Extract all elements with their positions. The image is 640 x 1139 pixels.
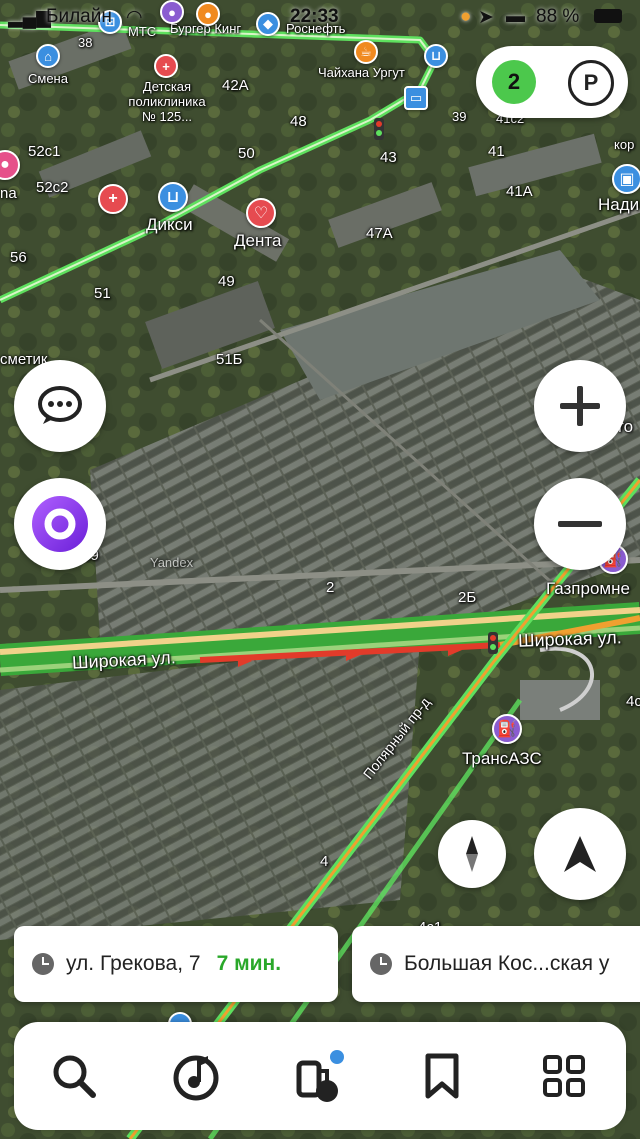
- alice-assistant-button[interactable]: [14, 478, 106, 570]
- zoom-in-button[interactable]: [534, 360, 626, 452]
- wifi-icon: ◠: [126, 7, 143, 28]
- bookmark-icon: [425, 1053, 459, 1099]
- medical-cross-icon[interactable]: +: [98, 184, 128, 214]
- bus-stop-icon[interactable]: ▭: [404, 86, 428, 110]
- map-label: 41: [488, 143, 505, 160]
- bottom-nav-bar: [14, 1022, 626, 1130]
- map-label: 2: [326, 579, 335, 596]
- minus-icon: [558, 521, 602, 527]
- plus-icon: [560, 386, 600, 426]
- map-label: 43: [380, 149, 397, 166]
- route-chip[interactable]: Большая Кос...ская у: [352, 926, 640, 1002]
- battery-percent: 88 %: [536, 6, 580, 27]
- map-label: Нади: [598, 195, 640, 214]
- alice-icon: [32, 496, 88, 552]
- compass-button[interactable]: [438, 820, 506, 888]
- map-label: Смена: [28, 71, 68, 86]
- signal-icon: ▂▄▆: [8, 7, 51, 28]
- clock-icon: [370, 953, 392, 975]
- map-label: 49: [218, 273, 235, 290]
- parking-icon: P: [583, 70, 599, 95]
- search-icon: [53, 1055, 96, 1098]
- map-label: na: [0, 185, 17, 202]
- map-label: 48: [290, 113, 307, 130]
- traffic-score-button[interactable]: 2: [492, 60, 536, 104]
- shop-basket-icon[interactable]: ⊔: [158, 182, 188, 212]
- car-icon: ▬: [506, 6, 525, 27]
- route-address: Большая Кос...ская у: [404, 952, 610, 975]
- status-bar: ▂▄▆ Билайн ◠ 22:33 ● ➤ ▬ 88 %: [0, 0, 640, 36]
- cafe-icon[interactable]: ☕: [354, 40, 378, 64]
- street-label: Широкая ул.: [517, 627, 623, 651]
- map-label: ТрансАЗС: [462, 749, 542, 768]
- battery-icon: [594, 9, 622, 23]
- chat-bubble-icon: [38, 386, 82, 424]
- map-label: 38: [78, 35, 93, 50]
- map-label: 50: [238, 145, 255, 162]
- route-address: ул. Грекова, 7: [66, 952, 201, 975]
- tab-fuel[interactable]: [288, 1044, 352, 1108]
- building-icon[interactable]: ⌂: [36, 44, 60, 68]
- carrier-name: Билайн: [46, 6, 112, 27]
- parking-button[interactable]: P: [568, 60, 614, 106]
- map-label: 47А: [366, 225, 393, 242]
- map-label: Чайхана Ургут: [318, 65, 405, 80]
- zoom-out-button[interactable]: [534, 478, 626, 570]
- mic-indicator-icon: ●: [460, 6, 472, 27]
- chat-button[interactable]: [14, 360, 106, 452]
- map-label: 42А: [222, 77, 249, 94]
- map-watermark: Yandex: [150, 555, 194, 570]
- tab-menu[interactable]: [532, 1044, 596, 1108]
- navigation-arrow-icon: [564, 836, 596, 872]
- car-service-icon[interactable]: ▣: [612, 164, 640, 194]
- music-icon: [173, 1055, 219, 1101]
- map-label: 51: [94, 285, 111, 302]
- map-label: 4с: [626, 693, 640, 710]
- route-eta: 7 мин.: [216, 952, 282, 975]
- map-label: кор: [614, 137, 635, 152]
- tab-search[interactable]: [42, 1044, 106, 1108]
- map-label: Детская поликлиника № 125...: [128, 79, 206, 124]
- traffic-parking-panel: 2 P: [476, 46, 628, 118]
- tab-bookmarks[interactable]: [410, 1044, 474, 1108]
- route-chip[interactable]: ул. Грекова, 7 7 мин.: [14, 926, 338, 1002]
- shop-basket-icon[interactable]: ⊔: [424, 44, 448, 68]
- map-label: 56: [10, 249, 27, 266]
- medical-cross-icon[interactable]: +: [154, 54, 178, 78]
- fuel-icon: [296, 1050, 344, 1102]
- map-label: 2Б: [458, 589, 477, 606]
- tab-music[interactable]: [164, 1044, 228, 1108]
- tooth-icon[interactable]: ♡: [246, 198, 276, 228]
- map-label: 39: [452, 109, 467, 124]
- location-arrow-icon: ➤: [478, 7, 494, 28]
- map-label: 41А: [506, 183, 533, 200]
- my-location-button[interactable]: [534, 808, 626, 900]
- map-label: Дента: [234, 231, 282, 250]
- fuel-poi-icon[interactable]: ⛽: [492, 714, 522, 744]
- map-label: 52с2: [36, 179, 69, 196]
- map-label: 52с1: [28, 143, 61, 160]
- map-label: 4: [320, 853, 329, 870]
- compass-icon: [466, 836, 478, 872]
- clock: 22:33: [290, 6, 339, 27]
- grid-menu-icon: [543, 1055, 585, 1097]
- clock-icon: [32, 953, 54, 975]
- map-label: 51Б: [216, 351, 243, 368]
- map-label: Газпромне: [546, 579, 630, 598]
- traffic-score: 2: [507, 69, 521, 94]
- map-label: Дикси: [146, 215, 193, 234]
